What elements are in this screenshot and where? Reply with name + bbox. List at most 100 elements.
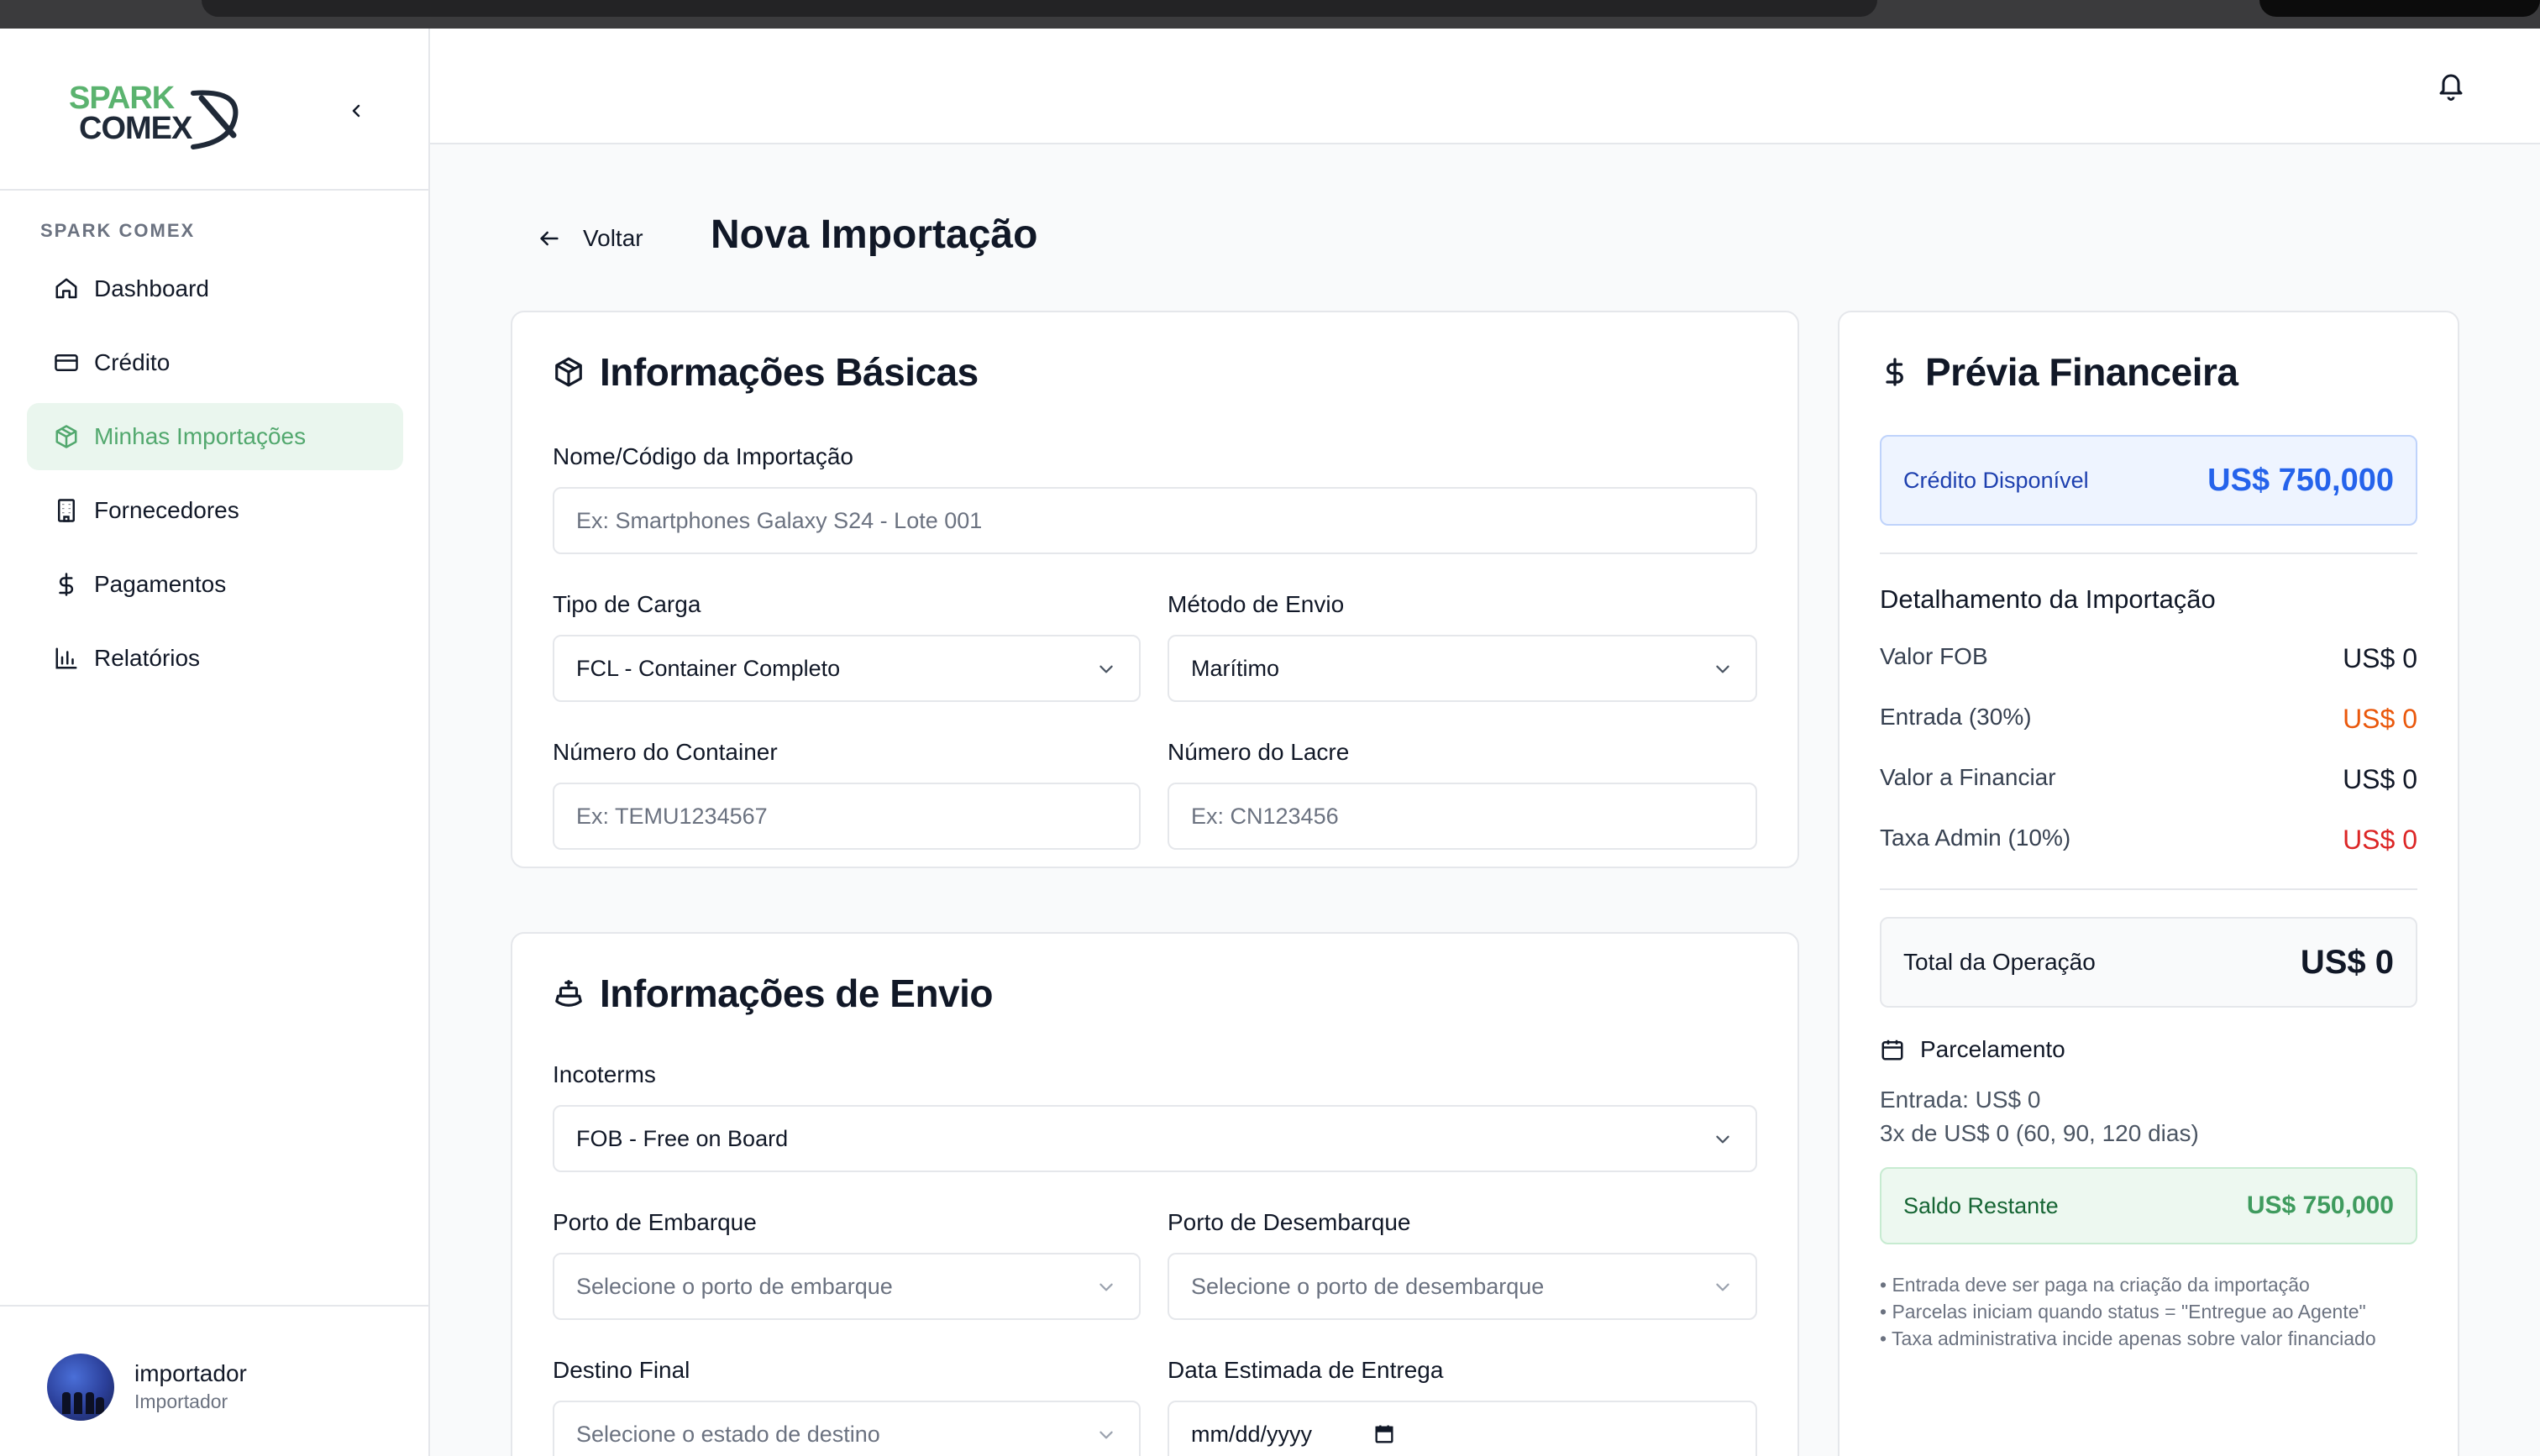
entrada-row: Entrada (30%) US$ 0 (1880, 704, 2417, 735)
shipping-info-card: Informações de Envio Incoterms FOB - Fre… (511, 932, 1799, 1456)
divider (1880, 888, 2417, 890)
container-number-label: Número do Container (553, 739, 778, 765)
sidebar-section-label: SPARK COMEX (40, 220, 196, 241)
seal-number-placeholder: Ex: CN123456 (1191, 803, 1339, 829)
sidebar-item-fornecedores[interactable]: Fornecedores (27, 477, 403, 544)
total-operation-value: US$ 0 (2300, 943, 2394, 981)
logo-area: SPARK COMEX (0, 29, 428, 191)
package-icon (555, 357, 582, 387)
bar-chart-icon (54, 646, 79, 671)
back-button[interactable]: Voltar (538, 218, 643, 259)
final-destination-select[interactable]: Selecione o estado de destino (553, 1401, 1141, 1456)
cargo-type-value: FCL - Container Completo (576, 655, 841, 681)
delivery-date-input[interactable]: mm/dd/yyyy (1168, 1401, 1757, 1456)
seal-number-input[interactable]: Ex: CN123456 (1168, 783, 1757, 850)
user-panel[interactable]: importador Importador (0, 1305, 428, 1456)
sidebar-nav: Dashboard Crédito Minhas Importações For… (27, 255, 403, 699)
building-icon (54, 498, 79, 523)
credit-card-icon (54, 350, 79, 375)
cargo-type-select[interactable]: FCL - Container Completo (553, 635, 1141, 702)
basic-info-title-text: Informações Básicas (600, 350, 979, 394)
chevron-left-icon (352, 104, 360, 118)
browser-chrome (0, 0, 2540, 29)
admin-fee-value: US$ 0 (2343, 825, 2417, 855)
main-content: Voltar Nova Importação Informações Básic… (430, 144, 2540, 1456)
chevron-down-icon (1716, 1135, 1729, 1144)
unloading-port-label: Porto de Desembarque (1168, 1209, 1411, 1235)
remaining-balance-box: Saldo Restante US$ 750,000 (1880, 1167, 2417, 1244)
shipping-info-title-text: Informações de Envio (600, 972, 994, 1015)
user-name: importador (134, 1360, 247, 1386)
installments-header: Parcelamento (1880, 1036, 2065, 1063)
container-number-input[interactable]: Ex: TEMU1234567 (553, 783, 1141, 850)
admin-fee-row: Taxa Admin (10%) US$ 0 (1880, 825, 2417, 856)
chevron-down-icon (1099, 1431, 1113, 1439)
incoterms-value: FOB - Free on Board (576, 1125, 789, 1151)
collapse-sidebar-button[interactable] (339, 94, 373, 128)
dollar-icon (1886, 358, 1903, 386)
back-label: Voltar (583, 225, 643, 251)
import-name-input[interactable]: Ex: Smartphones Galaxy S24 - Lote 001 (553, 487, 1757, 554)
sidebar-item-label: Dashboard (94, 275, 209, 301)
financial-preview-title: Prévia Financeira (1880, 349, 2238, 395)
sidebar-item-label: Pagamentos (94, 571, 227, 597)
chevron-down-icon (1716, 665, 1729, 673)
import-name-placeholder: Ex: Smartphones Galaxy S24 - Lote 001 (576, 507, 983, 533)
breakdown-title: Detalhamento da Importação (1880, 584, 2216, 614)
shipping-method-select[interactable]: Marítimo (1168, 635, 1757, 702)
chevron-down-icon (1099, 1283, 1113, 1291)
sidebar-item-credito[interactable]: Crédito (27, 329, 403, 396)
sidebar-item-minhas-importacoes[interactable]: Minhas Importações (27, 403, 403, 470)
financed-label: Valor a Financiar (1880, 764, 2056, 790)
financial-preview-title-text: Prévia Financeira (1925, 350, 2238, 394)
arrow-left-icon (540, 231, 559, 246)
page-title: Nova Importação (711, 212, 1038, 257)
user-role: Importador (134, 1391, 228, 1412)
available-credit-label: Crédito Disponível (1903, 467, 2089, 493)
package-icon (54, 424, 79, 449)
fob-value-row: Valor FOB US$ 0 (1880, 643, 2417, 674)
remaining-balance-value: US$ 750,000 (2246, 1192, 2394, 1219)
incoterms-label: Incoterms (553, 1061, 656, 1087)
available-credit-box: Crédito Disponível US$ 750,000 (1880, 435, 2417, 526)
chevron-down-icon (1716, 1283, 1729, 1291)
bell-icon[interactable] (2436, 71, 2466, 101)
delivery-date-placeholder: mm/dd/yyyy (1191, 1421, 1313, 1447)
basic-info-card: Informações Básicas Nome/Código da Impor… (511, 311, 1799, 868)
top-header (430, 29, 2540, 144)
basic-info-title: Informações Básicas (553, 349, 979, 395)
note-item: • Taxa administrativa incide apenas sobr… (1880, 1328, 2376, 1349)
calendar-icon[interactable] (1372, 1422, 1396, 1446)
divider (1880, 553, 2417, 554)
ship-icon (555, 980, 582, 1007)
sidebar-item-relatorios[interactable]: Relatórios (27, 625, 403, 692)
fob-value: US$ 0 (2343, 643, 2417, 673)
fob-label: Valor FOB (1880, 643, 1988, 669)
loading-port-placeholder: Selecione o porto de embarque (576, 1273, 893, 1299)
financed-value-row: Valor a Financiar US$ 0 (1880, 764, 2417, 795)
address-bar[interactable] (202, 0, 1877, 17)
sidebar-item-pagamentos[interactable]: Pagamentos (27, 551, 403, 618)
note-item: • Parcelas iniciam quando status = "Entr… (1880, 1301, 2366, 1322)
import-name-label: Nome/Código da Importação (553, 443, 853, 469)
dollar-icon (54, 572, 79, 597)
unloading-port-select[interactable]: Selecione o porto de desembarque (1168, 1253, 1757, 1320)
installments-entry: Entrada: US$ 0 (1880, 1087, 2041, 1113)
sidebar: SPARK COMEX SPARK COMEX Dashboard Crédit… (0, 29, 430, 1456)
remaining-balance-label: Saldo Restante (1903, 1192, 2059, 1218)
total-operation-box: Total da Operação US$ 0 (1880, 917, 2417, 1008)
incoterms-select[interactable]: FOB - Free on Board (553, 1105, 1757, 1172)
loading-port-select[interactable]: Selecione o porto de embarque (553, 1253, 1141, 1320)
home-icon (54, 276, 79, 301)
chevron-down-icon (1099, 665, 1113, 673)
sidebar-item-dashboard[interactable]: Dashboard (27, 255, 403, 322)
sidebar-item-label: Fornecedores (94, 497, 239, 523)
container-number-placeholder: Ex: TEMU1234567 (576, 803, 768, 829)
avatar (47, 1354, 114, 1421)
financial-preview-card: Prévia Financeira Crédito Disponível US$… (1838, 311, 2459, 1456)
sidebar-item-label: Relatórios (94, 645, 201, 671)
entrada-value: US$ 0 (2343, 704, 2417, 734)
sidebar-item-label: Minhas Importações (94, 423, 307, 449)
final-destination-label: Destino Final (553, 1357, 690, 1383)
financial-notes: • Entrada deve ser paga na criação da im… (1880, 1271, 2401, 1352)
